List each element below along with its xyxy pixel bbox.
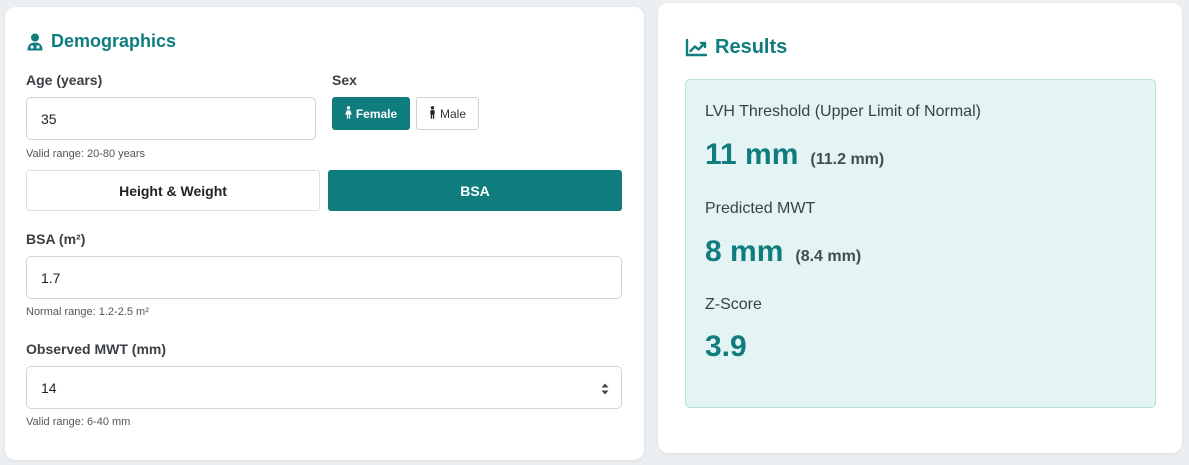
lvh-threshold-rounded: 11 mm xyxy=(705,138,799,171)
lvh-threshold-label: LVH Threshold (Upper Limit of Normal) xyxy=(705,103,981,120)
mwt-label: Observed MWT (mm) xyxy=(26,341,167,357)
predicted-mwt-value: 8 mm (8.4 mm) xyxy=(705,235,861,269)
spinner-arrows-icon[interactable] xyxy=(601,382,609,394)
predicted-mwt-precise: (8.4 mm) xyxy=(795,248,862,265)
male-button-label: Male xyxy=(439,106,466,121)
results-card: Results LVH Threshold (Upper Limit of No… xyxy=(658,3,1182,453)
z-score-value: 3.9 xyxy=(705,330,747,364)
demographics-title: Demographics xyxy=(51,31,177,51)
bsa-toggle[interactable]: BSA xyxy=(328,170,622,211)
predicted-mwt-rounded: 8 mm xyxy=(705,235,784,268)
demographics-header: Demographics xyxy=(27,31,176,52)
results-panel: LVH Threshold (Upper Limit of Normal) 11… xyxy=(685,79,1156,408)
female-button[interactable]: Female xyxy=(332,97,410,130)
user-doctor-icon xyxy=(27,33,43,51)
age-label: Age (years) xyxy=(26,72,103,88)
mwt-hint: Valid range: 6-40 mm xyxy=(26,416,131,428)
age-input-value: 35 xyxy=(41,110,57,127)
bsa-toggle-label: BSA xyxy=(460,182,490,199)
sex-label: Sex xyxy=(332,72,357,88)
chart-line-icon xyxy=(685,38,707,57)
height-weight-toggle-label: Height & Weight xyxy=(119,182,227,199)
predicted-mwt-label: Predicted MWT xyxy=(705,200,816,217)
demographics-card: Demographics Age (years) 35 Valid range:… xyxy=(5,7,644,460)
male-person-icon xyxy=(429,105,436,122)
age-hint: Valid range: 20-80 years xyxy=(26,148,146,160)
female-person-icon xyxy=(345,105,352,122)
z-score-label: Z-Score xyxy=(705,296,762,313)
results-title: Results xyxy=(715,36,788,58)
bsa-input[interactable]: 1.7 xyxy=(26,256,622,299)
bsa-input-value: 1.7 xyxy=(41,269,61,286)
mwt-input[interactable]: 14 xyxy=(26,366,622,409)
male-button[interactable]: Male xyxy=(416,97,479,130)
lvh-threshold-precise: (11.2 mm) xyxy=(810,151,885,168)
bsa-label: BSA (m²) xyxy=(26,231,86,247)
bsa-hint: Normal range: 1.2-2.5 m² xyxy=(26,306,149,318)
height-weight-toggle[interactable]: Height & Weight xyxy=(26,170,320,211)
female-button-label: Female xyxy=(355,106,398,121)
results-header: Results xyxy=(685,36,787,59)
lvh-threshold-value: 11 mm (11.2 mm) xyxy=(705,138,884,172)
mwt-input-value: 14 xyxy=(41,379,57,396)
z-score-number: 3.9 xyxy=(705,330,747,363)
age-input[interactable]: 35 xyxy=(26,97,316,140)
